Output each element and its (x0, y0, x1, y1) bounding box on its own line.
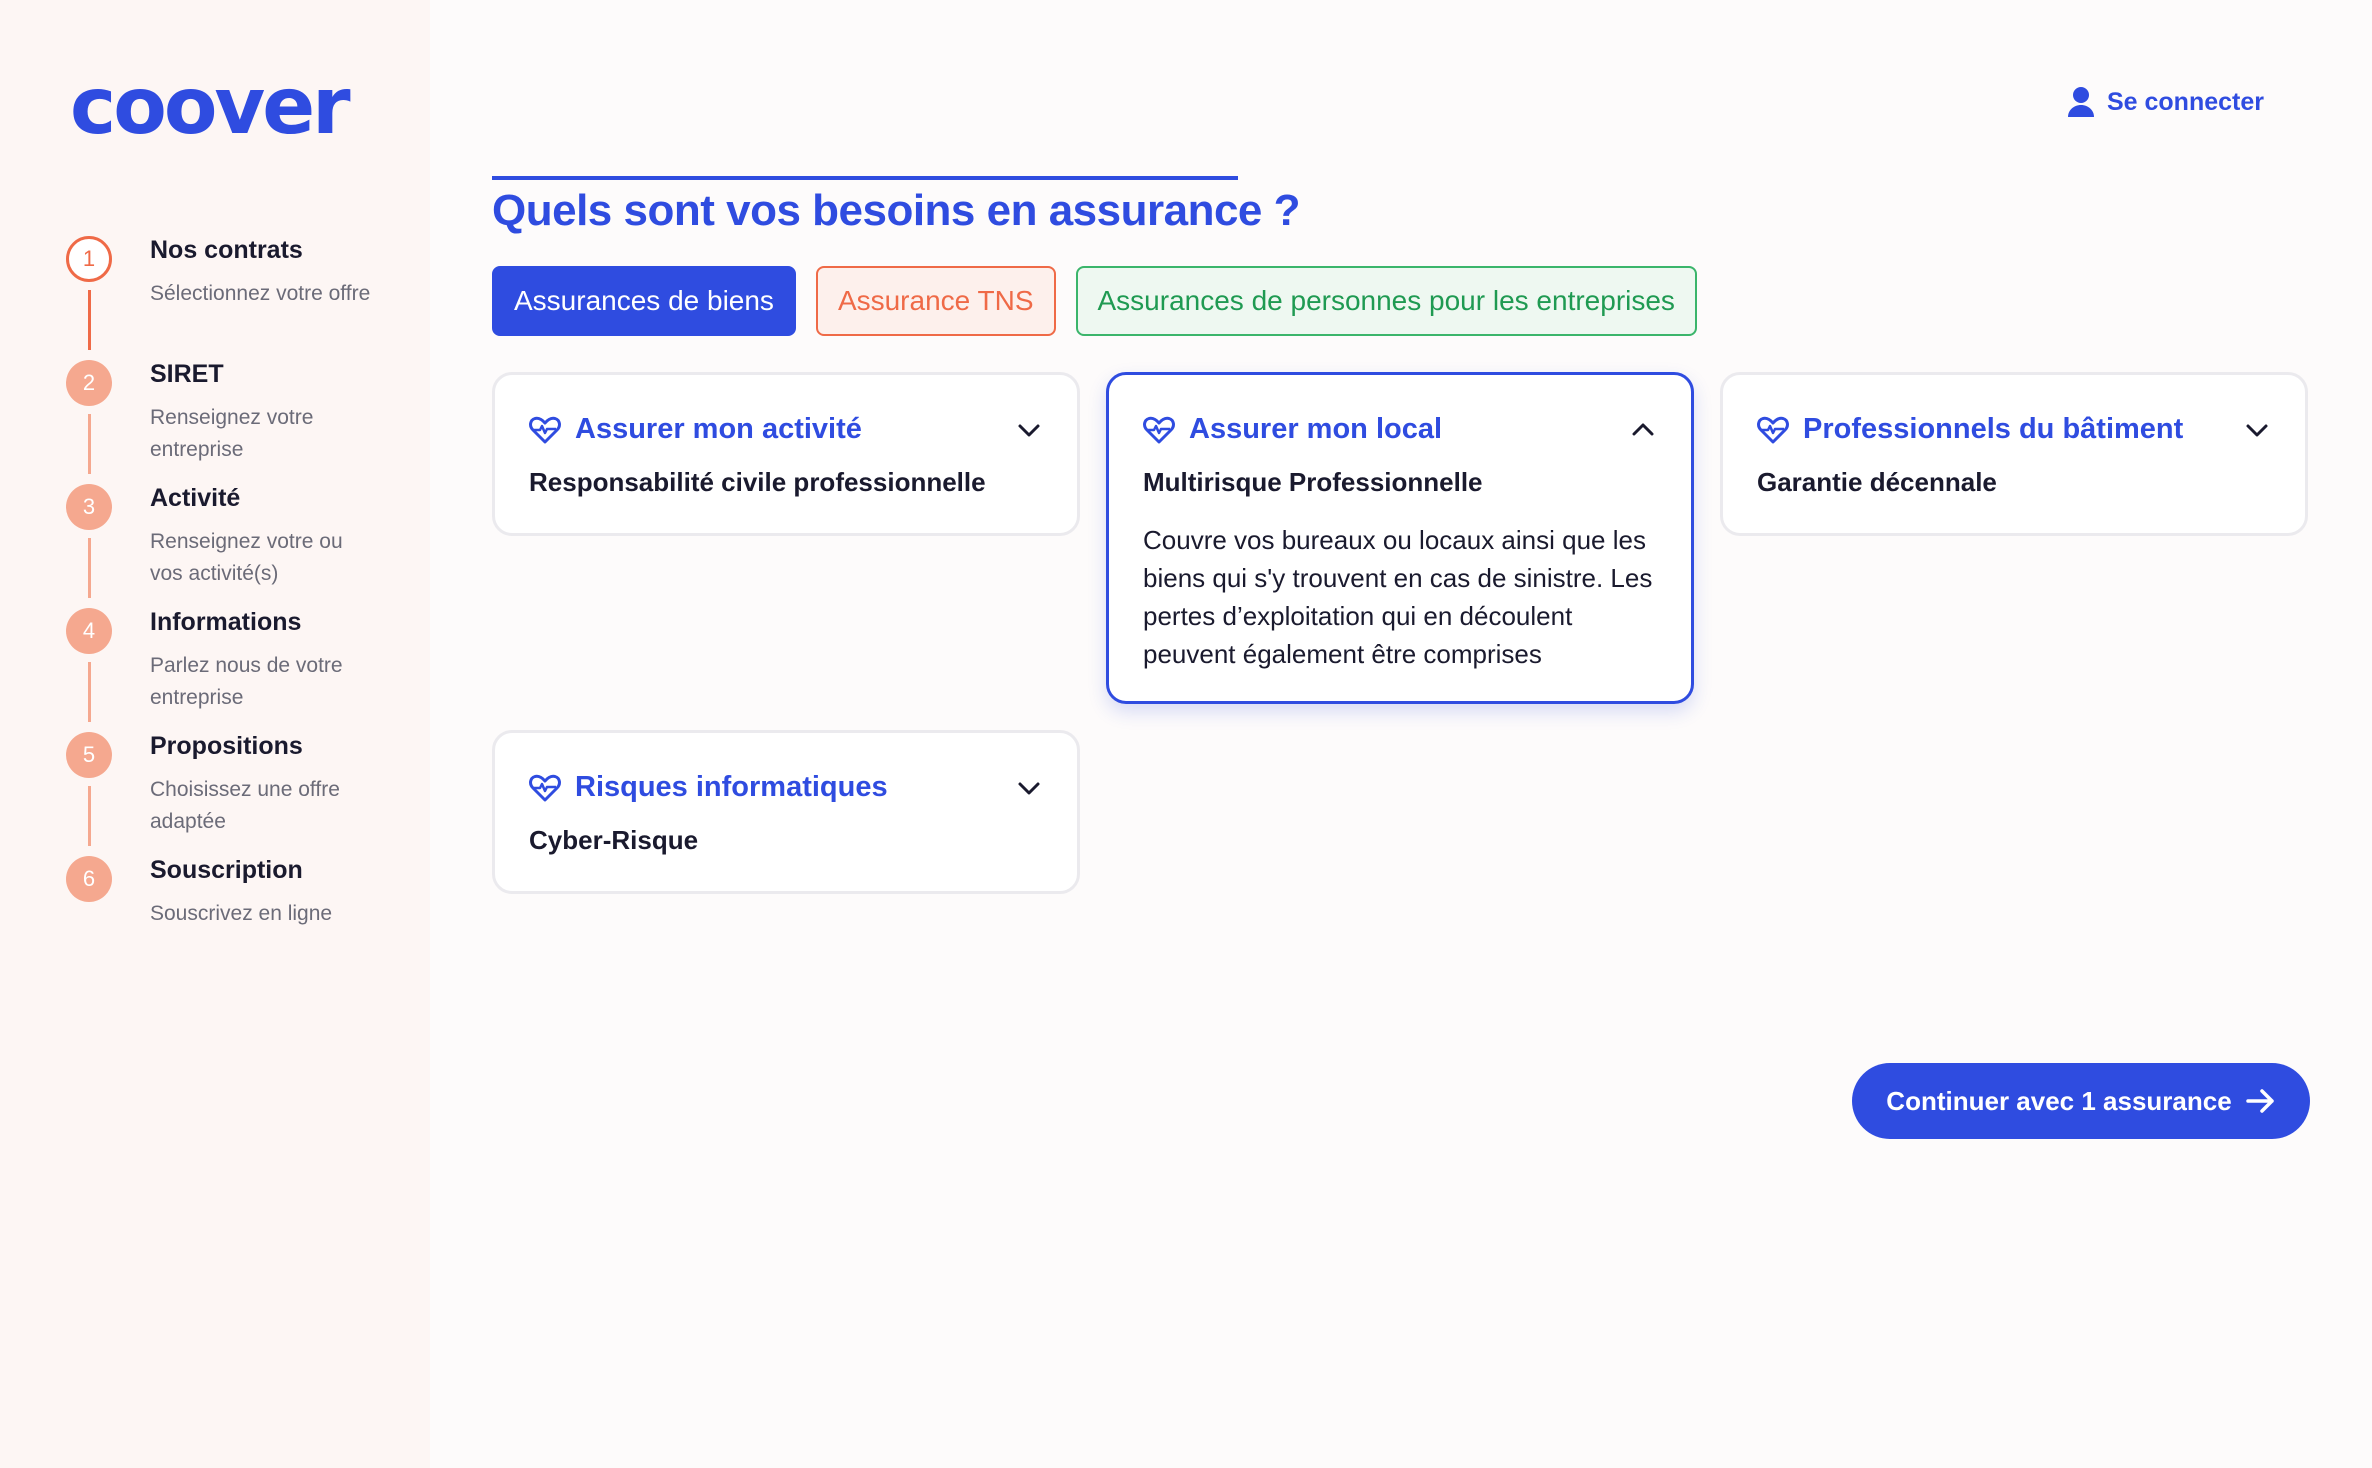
step-number: 3 (66, 484, 112, 530)
tab-assurances-de-biens[interactable]: Assurances de biens (492, 266, 796, 336)
heart-pulse-icon (1143, 416, 1175, 443)
card-subtitle: Cyber-Risque (529, 825, 699, 855)
step-title: Informations (150, 608, 302, 636)
step-nos-contrats: 1 Nos contrats Sélectionnez votre offre (66, 236, 406, 360)
card-header: Risques informatiques (529, 771, 1043, 804)
card-professionnels-du-batiment[interactable]: Professionnels du bâtiment Garantie déce… (1720, 372, 2308, 536)
step-title: SIRET (150, 360, 224, 388)
card-assurer-mon-activite[interactable]: Assurer mon activité Responsabilité civi… (492, 372, 1080, 536)
card-description: Couvre vos bureaux ou locaux ainsi que l… (1143, 525, 1653, 669)
card-risques-informatiques[interactable]: Risques informatiques Cyber-Risque (492, 730, 1080, 894)
chevron-down-icon[interactable] (2243, 416, 2271, 444)
card-title: Assurer mon activité (575, 413, 862, 445)
card-header: Professionnels du bâtiment (1757, 413, 2271, 446)
login-link[interactable]: Se connecter (2067, 86, 2264, 118)
step-description: Souscrivez en ligne (150, 902, 333, 925)
step-souscription: 6 Souscription Souscrivez en ligne (66, 856, 406, 980)
page: coover 1 Nos contrats Sélectionnez votre… (0, 0, 2372, 1468)
card-assurer-mon-local[interactable]: Assurer mon local Multirisque Profession… (1106, 372, 1694, 704)
continue-button[interactable]: Continuer avec 1 assurance (1852, 1063, 2310, 1139)
chevron-down-icon[interactable] (1015, 774, 1043, 802)
chevron-up-icon[interactable] (1629, 416, 1657, 444)
step-number: 1 (66, 236, 112, 282)
continue-label: Continuer avec 1 assurance (1886, 1085, 2232, 1116)
page-title: Quels sont vos besoins en assurance ? (492, 186, 1301, 235)
card-header: Assurer mon local (1143, 413, 1657, 446)
step-title: Souscription (150, 856, 303, 884)
title-underline (492, 176, 1238, 180)
step-description: Renseignez votre ou vos activité(s) (150, 530, 343, 585)
sidebar: coover 1 Nos contrats Sélectionnez votre… (0, 0, 430, 1468)
step-connector (88, 538, 91, 598)
category-tabs: Assurances de biens Assurance TNS Assura… (492, 266, 1697, 336)
step-number: 2 (66, 360, 112, 406)
step-description: Choisissez une offre adaptée (150, 778, 340, 833)
step-description: Sélectionnez votre offre (150, 282, 371, 305)
chevron-down-icon[interactable] (1015, 416, 1043, 444)
step-connector (88, 414, 91, 474)
card-title: Professionnels du bâtiment (1803, 413, 2184, 445)
step-siret: 2 SIRET Renseignez votre entreprise (66, 360, 406, 484)
card-header: Assurer mon activité (529, 413, 1043, 446)
card-subtitle: Responsabilité civile professionnelle (529, 467, 986, 497)
login-label: Se connecter (2106, 87, 2264, 116)
card-title: Risques informatiques (575, 771, 888, 803)
step-number: 5 (66, 732, 112, 778)
step-title: Activité (150, 484, 241, 512)
tab-assurance-tns[interactable]: Assurance TNS (815, 266, 1056, 336)
tab-assurances-de-personnes[interactable]: Assurances de personnes pour les entrepr… (1075, 266, 1697, 336)
user-icon (2067, 86, 2095, 118)
arrow-right-icon (2245, 1089, 2274, 1113)
step-number: 6 (66, 856, 112, 902)
step-title: Propositions (150, 732, 303, 760)
card-subtitle: Garantie décennale (1757, 467, 1997, 497)
step-description: Parlez nous de votre entreprise (150, 654, 343, 709)
card-subtitle: Multirisque Professionnelle (1143, 467, 1483, 497)
stepper: 1 Nos contrats Sélectionnez votre offre … (66, 236, 406, 980)
step-connector (88, 662, 91, 722)
heart-pulse-icon (529, 774, 561, 801)
step-connector (88, 786, 91, 846)
step-title: Nos contrats (150, 236, 303, 264)
coover-logo[interactable]: coover (70, 68, 351, 146)
step-activite: 3 Activité Renseignez votre ou vos activ… (66, 484, 406, 608)
step-number: 4 (66, 608, 112, 654)
step-propositions: 5 Propositions Choisissez une offre adap… (66, 732, 406, 856)
step-description: Renseignez votre entreprise (150, 406, 314, 461)
step-connector (88, 290, 91, 350)
heart-pulse-icon (529, 416, 561, 443)
step-informations: 4 Informations Parlez nous de votre entr… (66, 608, 406, 732)
heart-pulse-icon (1757, 416, 1789, 443)
card-title: Assurer mon local (1189, 413, 1443, 445)
